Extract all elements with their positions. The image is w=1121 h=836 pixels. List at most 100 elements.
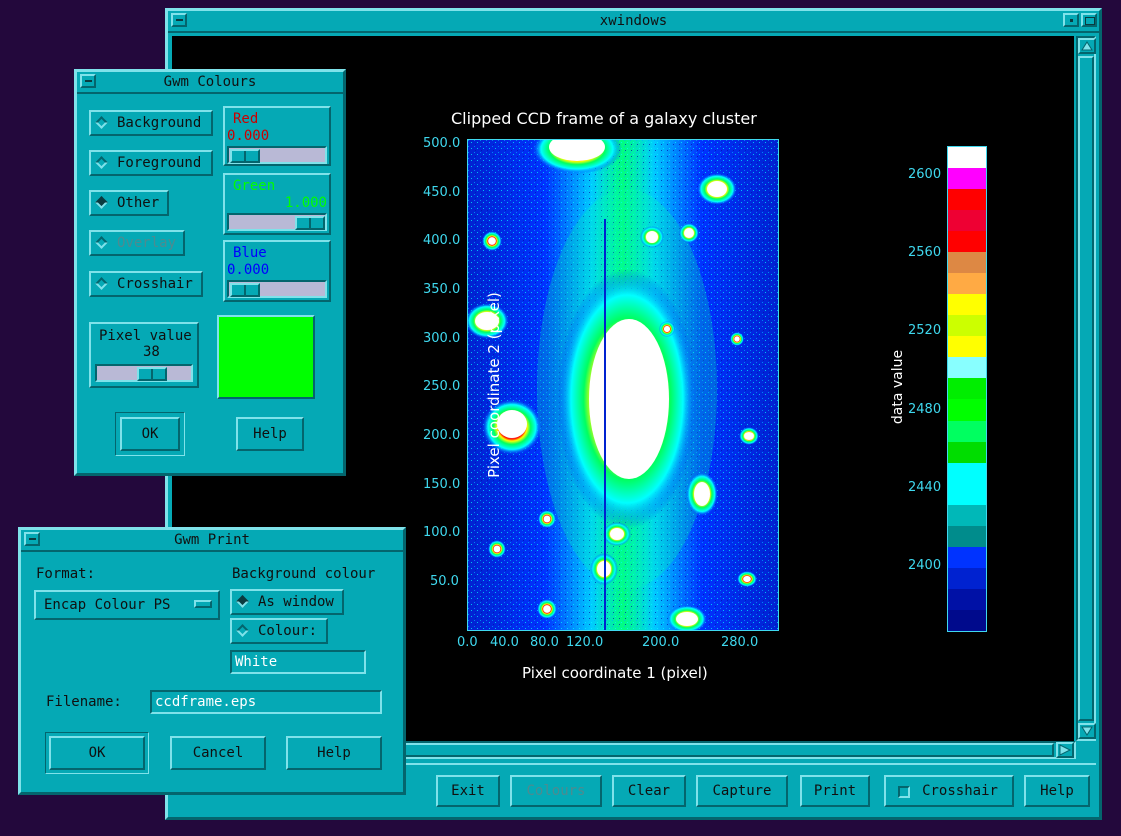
colours-button[interactable]: Colours <box>510 775 602 807</box>
colorbar-level <box>948 336 986 358</box>
colorbar-tick-label: 2480 <box>908 402 942 417</box>
foreground-radio[interactable]: Foreground <box>89 150 213 176</box>
slider-thumb[interactable] <box>230 149 260 163</box>
blue-value: 0.000 <box>227 262 270 278</box>
colorbar-tick-label: 2440 <box>908 480 942 495</box>
slider-thumb[interactable] <box>137 367 167 381</box>
colorbar-level <box>948 567 986 589</box>
other-radio[interactable]: Other <box>89 190 169 216</box>
main-titlebar[interactable]: xwindows <box>168 11 1099 33</box>
colorbar-level <box>948 420 986 442</box>
pixel-value-number: 38 <box>143 344 160 360</box>
as-window-radio[interactable]: As window <box>230 589 344 615</box>
colorbar-level <box>948 167 986 190</box>
plot-xlabel: Pixel coordinate 1 (pixel) <box>522 664 708 682</box>
crosshair-label: Crosshair <box>922 783 998 799</box>
colorbar-level <box>948 378 986 400</box>
radio-label: Overlay <box>117 235 177 251</box>
plot-axes <box>467 139 779 631</box>
colorbar-level <box>948 483 986 505</box>
print-help-button[interactable]: Help <box>286 736 382 770</box>
up-arrow-icon[interactable] <box>1078 38 1096 54</box>
colorbar-level <box>948 504 986 526</box>
right-arrow-icon[interactable] <box>1056 742 1074 758</box>
y-tick-label: 450.0 <box>423 185 461 200</box>
filename-input[interactable]: ccdframe.eps <box>150 690 382 714</box>
green-slider[interactable] <box>227 213 327 231</box>
colours-titlebar[interactable]: Gwm Colours <box>77 72 343 94</box>
plot-title: Clipped CCD frame of a galaxy cluster <box>451 109 757 128</box>
colorbar-level <box>948 609 986 631</box>
x-tick-label: 40.0 <box>490 635 519 650</box>
background-colour-input[interactable]: White <box>230 650 366 674</box>
colorbar <box>947 146 987 632</box>
vertical-scroll-thumb[interactable] <box>1078 56 1094 721</box>
red-slider[interactable] <box>227 146 327 164</box>
maximize-button[interactable] <box>1081 13 1097 27</box>
slider-thumb[interactable] <box>230 283 260 297</box>
main-window-title: xwindows <box>599 13 668 29</box>
colorbar-level <box>948 462 986 484</box>
y-tick-label: 50.0 <box>430 574 459 589</box>
print-titlebar[interactable]: Gwm Print <box>21 530 403 552</box>
radio-label: Colour: <box>258 623 318 639</box>
colorbar-level <box>948 294 986 316</box>
slider-thumb[interactable] <box>295 216 325 230</box>
x-tick-label: 200.0 <box>642 635 680 650</box>
print-ok-button[interactable]: OK <box>49 736 145 770</box>
capture-button[interactable]: Capture <box>696 775 788 807</box>
y-tick-label: 400.0 <box>423 233 461 248</box>
print-cancel-button[interactable]: Cancel <box>170 736 266 770</box>
window-menu-button[interactable] <box>24 532 40 546</box>
blue-slider[interactable] <box>227 280 327 298</box>
colorbar-tick-label: 2520 <box>908 323 942 338</box>
blue-label: Blue <box>233 245 267 261</box>
x-tick-label: 0.0 <box>457 635 478 650</box>
colorbar-tick-label: 2600 <box>908 167 942 182</box>
radio-label: As window <box>258 594 334 610</box>
window-menu-button[interactable] <box>80 74 96 88</box>
minimize-button[interactable] <box>1063 13 1079 27</box>
radio-label: Background <box>117 115 202 131</box>
help-button[interactable]: Help <box>1024 775 1090 807</box>
format-label: Format: <box>36 566 96 582</box>
colours-title: Gwm Colours <box>163 74 257 90</box>
radio-selected-icon <box>95 196 108 209</box>
exit-button[interactable]: Exit <box>436 775 500 807</box>
pixel-value-label: Pixel value <box>99 328 192 344</box>
overlay-radio[interactable]: Overlay <box>89 230 185 256</box>
format-dropdown[interactable]: Encap Colour PS <box>34 590 220 620</box>
red-label: Red <box>233 111 259 127</box>
colorbar-level <box>948 399 986 421</box>
format-value: Encap Colour PS <box>44 597 171 613</box>
y-tick-label: 150.0 <box>423 477 461 492</box>
colorbar-tick-label: 2400 <box>908 558 942 573</box>
x-tick-label: 280.0 <box>721 635 759 650</box>
colorbar-tick-label: 2560 <box>908 245 942 260</box>
colorbar-level <box>948 252 986 274</box>
colour-radio[interactable]: Colour: <box>230 618 328 644</box>
radio-indicator-icon <box>95 116 108 129</box>
radio-indicator-icon <box>95 236 108 249</box>
print-button[interactable]: Print <box>800 775 870 807</box>
colorbar-level <box>948 315 986 337</box>
colours-help-button[interactable]: Help <box>236 417 304 451</box>
pixel-value-slider[interactable] <box>95 364 193 382</box>
pixel-value-control: Pixel value 38 <box>89 322 199 388</box>
colours-ok-button[interactable]: OK <box>120 417 180 451</box>
crosshair-radio[interactable]: Crosshair <box>89 271 203 297</box>
colorbar-level <box>948 525 986 547</box>
colorbar-level <box>948 189 986 211</box>
clear-button[interactable]: Clear <box>612 775 686 807</box>
blue-control: Blue 0.000 <box>223 240 331 302</box>
filename-label: Filename: <box>46 694 122 710</box>
crosshair-toggle[interactable]: Crosshair <box>884 775 1014 807</box>
radio-indicator-icon <box>236 624 249 637</box>
colorbar-level <box>948 546 986 568</box>
down-arrow-icon[interactable] <box>1078 723 1096 739</box>
background-radio[interactable]: Background <box>89 110 213 136</box>
colours-dialog: Gwm Colours Background Foreground Other … <box>74 69 346 476</box>
red-value: 0.000 <box>227 128 270 144</box>
vertical-scrollbar[interactable] <box>1076 36 1096 741</box>
window-menu-button[interactable] <box>171 13 187 27</box>
